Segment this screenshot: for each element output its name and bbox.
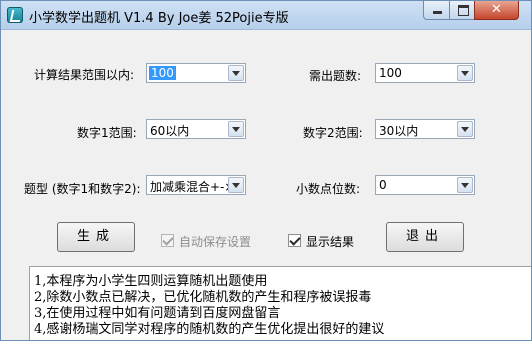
decimal-label: 小数点位数: xyxy=(296,182,361,196)
main-window: 小学数学出题机 V1.4 By Joe姜 52Pojie专版 ✕ 计算结果范围以… xyxy=(0,0,532,341)
maximize-button[interactable] xyxy=(449,1,475,20)
checkmark-icon xyxy=(162,234,174,246)
note-line: 4,感谢杨瑞文同学对程序的随机数的产生优化提出很好的建议 xyxy=(34,322,385,337)
num2-value: 30以内 xyxy=(379,124,419,138)
close-icon: ✕ xyxy=(491,2,502,17)
count-select[interactable]: 100 xyxy=(375,63,475,83)
range-label: 计算结果范围以内: xyxy=(34,68,135,82)
notes-textbox[interactable]: 1,本程序为小学生四则运算随机出题使用 2,除数小数点已解决，已优化随机数的产生… xyxy=(29,266,531,340)
num1-label: 数字1范围: xyxy=(77,126,137,140)
num1-select[interactable]: 60以内 xyxy=(146,119,246,139)
autosave-checkbox: 自动保存设置 xyxy=(161,233,271,249)
title-bar[interactable]: 小学数学出题机 V1.4 By Joe姜 52Pojie专版 ✕ xyxy=(1,1,531,30)
type-select[interactable]: 加减乘混合+-× xyxy=(146,175,246,195)
exit-button[interactable]: 退出 xyxy=(386,222,464,252)
chevron-down-icon[interactable] xyxy=(457,65,473,81)
chevron-down-icon[interactable] xyxy=(457,177,473,193)
count-value: 100 xyxy=(379,66,402,80)
show-result-box[interactable] xyxy=(288,234,301,247)
type-value: 加减乘混合+-× xyxy=(150,180,228,194)
generate-button[interactable]: 生成 xyxy=(57,222,135,252)
num1-value: 60以内 xyxy=(150,124,190,138)
chevron-down-icon[interactable] xyxy=(228,177,244,193)
window-title: 小学数学出题机 V1.4 By Joe姜 52Pojie专版 xyxy=(29,11,289,26)
chevron-down-icon[interactable] xyxy=(228,121,244,137)
autosave-label: 自动保存设置 xyxy=(179,235,252,249)
num2-select[interactable]: 30以内 xyxy=(375,119,475,139)
chevron-down-icon[interactable] xyxy=(228,65,244,81)
range-value: 100 xyxy=(149,66,176,80)
close-button[interactable]: ✕ xyxy=(474,1,519,20)
app-icon xyxy=(7,7,23,23)
chevron-down-icon[interactable] xyxy=(457,121,473,137)
minimize-button[interactable] xyxy=(423,1,450,20)
decimal-value: 0 xyxy=(379,178,387,192)
type-label: 题型 (数字1和数字2): xyxy=(24,182,141,196)
autosave-box xyxy=(161,234,174,247)
count-label: 需出题数: xyxy=(309,69,362,83)
show-result-label[interactable]: 显示结果 xyxy=(306,233,354,250)
num2-label: 数字2范围: xyxy=(303,126,363,140)
checkmark-icon xyxy=(289,234,301,246)
decimal-select[interactable]: 0 xyxy=(375,175,475,195)
range-select[interactable]: 100 xyxy=(146,63,246,83)
show-result-checkbox[interactable]: 显示结果 xyxy=(288,233,368,249)
